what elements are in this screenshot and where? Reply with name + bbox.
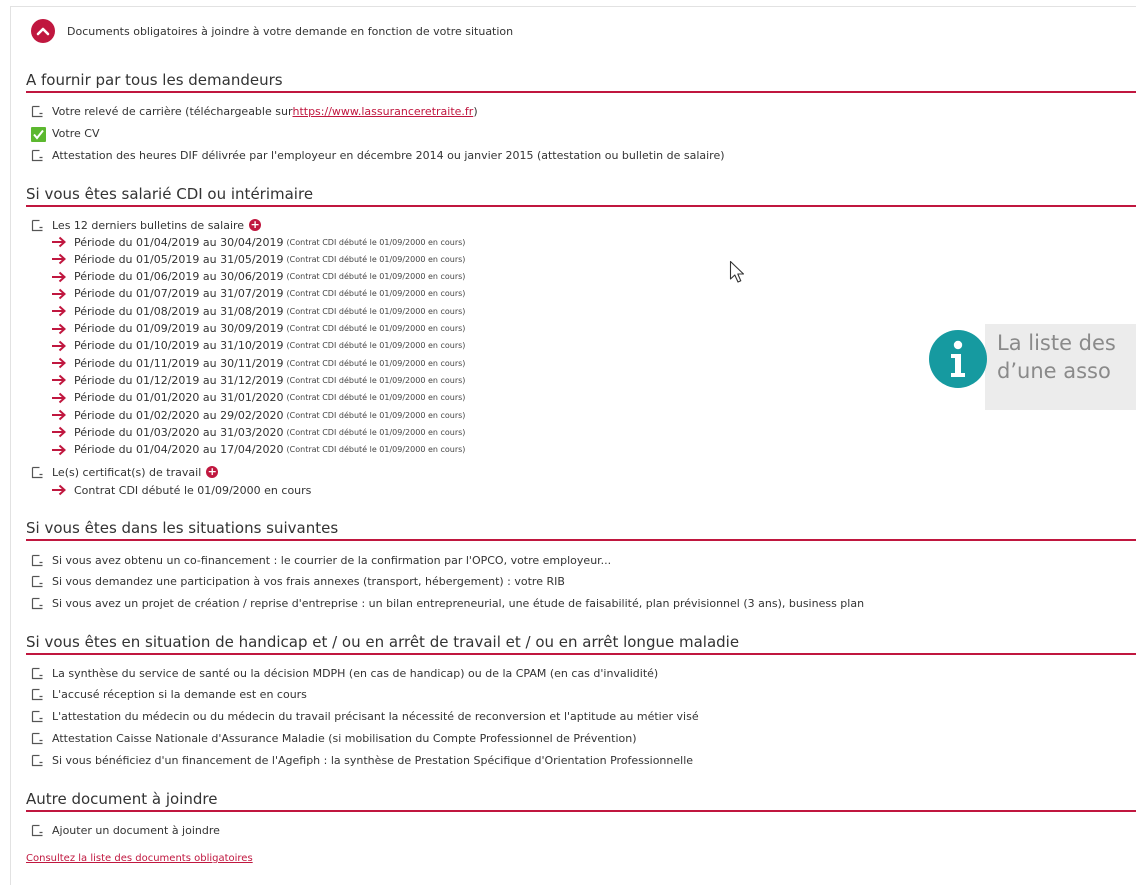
- checkbox-unchecked-icon[interactable]: [31, 554, 44, 567]
- arrow-right-icon: [52, 427, 66, 438]
- arrow-right-icon: [52, 236, 66, 248]
- period-note: (Contrat CDI débuté le 01/09/2000 en cou…: [286, 254, 466, 264]
- period-label: Période du 01/06/2019 au 30/06/2019: [74, 270, 284, 284]
- period-item: Période du 01/06/2019 au 30/06/2019 (Cont…: [51, 269, 465, 285]
- checkbox-unchecked-icon[interactable]: [31, 466, 44, 479]
- list-item: Les 12 derniers bulletins de salaire +: [31, 217, 262, 233]
- list-item: Votre relevé de carrière (téléchargeable…: [31, 103, 478, 119]
- period-item: Période du 01/09/2019 au 30/09/2019 (Cont…: [51, 321, 465, 337]
- period-item: Période du 01/03/2020 au 31/03/2020 (Cont…: [51, 424, 465, 440]
- documents-list-link[interactable]: Consultez la liste des documents obligat…: [26, 853, 253, 864]
- info-icon: [929, 330, 987, 388]
- period-item: Période du 01/04/2019 au 30/04/2019 (Cont…: [51, 234, 465, 250]
- list-item: La synthèse du service de santé ou la dé…: [31, 665, 658, 681]
- period-item: Période du 01/12/2019 au 31/12/2019 (Cont…: [51, 372, 465, 388]
- period-note: (Contrat CDI débuté le 01/09/2000 en cou…: [286, 306, 466, 316]
- info-tooltip: La liste des d’une asso: [929, 321, 1136, 411]
- period-label: Période du 01/12/2019 au 31/12/2019: [74, 373, 284, 387]
- checkbox-unchecked-icon[interactable]: [31, 732, 44, 745]
- section-title-salarie: Si vous êtes salarié CDI ou intérimaire: [26, 185, 1136, 207]
- checkbox-unchecked-icon[interactable]: [31, 105, 44, 118]
- period-note: (Contrat CDI débuté le 01/09/2000 en cou…: [286, 393, 466, 403]
- period-label: Période du 01/11/2019 au 30/11/2019: [74, 356, 284, 370]
- expand-plus-icon[interactable]: +: [249, 219, 262, 231]
- chevron-up-icon: [36, 27, 50, 36]
- period-note: (Contrat CDI débuté le 01/09/2000 en cou…: [286, 427, 466, 437]
- period-item: Période du 01/11/2019 au 30/11/2019 (Cont…: [51, 355, 465, 371]
- arrow-right-icon: [52, 409, 66, 421]
- period-note: (Contrat CDI débuté le 01/09/2000 en cou…: [286, 445, 466, 455]
- arrow-right-icon: [52, 340, 66, 352]
- arrow-right-icon: [52, 305, 66, 317]
- period-note: (Contrat CDI débuté le 01/09/2000 en cou…: [286, 289, 466, 299]
- period-note: (Contrat CDI débuté le 01/09/2000 en cou…: [286, 375, 466, 385]
- period-item: Période du 01/08/2019 au 31/08/2019 (Cont…: [51, 303, 465, 319]
- arrow-right-icon: [52, 375, 66, 386]
- header-title: Documents obligatoires à joindre à votre…: [67, 24, 514, 38]
- mouse-cursor-icon: [729, 260, 745, 283]
- arrow-right-icon: [52, 288, 66, 300]
- contract-item: Contrat CDI débuté le 01/09/2000 en cour…: [51, 482, 311, 498]
- period-label: Période du 01/02/2020 au 29/02/2020: [74, 408, 284, 422]
- period-note: (Contrat CDI débuté le 01/09/2000 en cou…: [286, 272, 466, 282]
- arrow-right-icon: [52, 254, 66, 265]
- list-item: Attestation Caisse Nationale d'Assurance…: [31, 730, 637, 746]
- checkbox-unchecked-icon[interactable]: [31, 149, 44, 162]
- collapse-button[interactable]: [31, 19, 55, 43]
- period-item: Période du 01/07/2019 au 31/07/2019 (Cont…: [51, 286, 465, 302]
- list-item: Attestation des heures DIF délivrée par …: [31, 147, 725, 163]
- list-item: Ajouter un document à joindre: [31, 822, 220, 838]
- period-note: (Contrat CDI débuté le 01/09/2000 en cou…: [286, 358, 466, 368]
- info-text: La liste des d’une asso: [997, 331, 1116, 383]
- period-note: (Contrat CDI débuté le 01/09/2000 en cou…: [286, 237, 466, 247]
- list-item: L'attestation du médecin ou du médecin d…: [31, 708, 699, 724]
- list-item: Votre CV: [31, 125, 99, 142]
- period-note: (Contrat CDI débuté le 01/09/2000 en cou…: [286, 410, 466, 420]
- arrow-right-icon: [52, 323, 66, 334]
- period-label: Période du 01/10/2019 au 31/10/2019: [74, 339, 284, 353]
- arrow-right-icon: [52, 357, 66, 369]
- checkbox-unchecked-icon[interactable]: [31, 597, 44, 610]
- checkbox-unchecked-icon[interactable]: [31, 824, 44, 837]
- arrow-right-icon: [52, 271, 66, 282]
- checkbox-unchecked-icon[interactable]: [31, 710, 44, 723]
- period-note: (Contrat CDI débuté le 01/09/2000 en cou…: [286, 324, 466, 333]
- period-item: Période du 01/10/2019 au 31/10/2019 (Cont…: [51, 338, 465, 354]
- list-item: L'accusé réception si la demande est en …: [31, 686, 307, 702]
- period-label: Période du 01/07/2019 au 31/07/2019: [74, 287, 284, 301]
- period-item: Période du 01/05/2019 au 31/05/2019 (Cont…: [51, 251, 465, 267]
- period-item: Période du 01/04/2020 au 17/04/2020 (Cont…: [51, 442, 465, 458]
- checkbox-unchecked-icon[interactable]: [31, 754, 44, 767]
- section-header: Documents obligatoires à joindre à votre…: [31, 19, 513, 43]
- period-label: Période du 01/08/2019 au 31/08/2019: [74, 304, 284, 318]
- period-note: (Contrat CDI débuté le 01/09/2000 en cou…: [286, 341, 466, 351]
- period-item: Période du 01/01/2020 au 31/01/2020 (Cont…: [51, 390, 465, 406]
- checkbox-checked-icon[interactable]: [31, 126, 46, 142]
- list-item: Si vous demandez une participation à vos…: [31, 573, 565, 589]
- list-item: Si vous bénéficiez d'un financement de l…: [31, 752, 693, 768]
- period-label: Période du 01/09/2019 au 30/09/2019: [74, 322, 284, 335]
- section-title-autre: Autre document à joindre: [26, 790, 1136, 812]
- assurance-retraite-link[interactable]: https://www.lassuranceretraite.fr: [292, 105, 473, 118]
- list-item: Le(s) certificat(s) de travail +: [31, 464, 219, 480]
- checkbox-unchecked-icon[interactable]: [31, 667, 44, 680]
- checkbox-unchecked-icon[interactable]: [31, 688, 44, 701]
- arrow-right-icon: [52, 484, 66, 496]
- period-label: Période du 01/04/2019 au 30/04/2019: [74, 235, 284, 249]
- period-label: Période du 01/03/2020 au 31/03/2020: [74, 425, 284, 439]
- section-title-all: A fournir par tous les demandeurs: [26, 71, 1136, 93]
- arrow-right-icon: [52, 392, 66, 403]
- checkbox-unchecked-icon[interactable]: [31, 219, 44, 232]
- list-item: Si vous avez obtenu un co-financement : …: [31, 552, 611, 568]
- period-label: Période du 01/05/2019 au 31/05/2019: [74, 252, 284, 266]
- period-label: Période du 01/04/2020 au 17/04/2020: [74, 443, 284, 457]
- list-item: Si vous avez un projet de création / rep…: [31, 595, 864, 611]
- expand-plus-icon[interactable]: +: [206, 466, 219, 478]
- period-item: Période du 01/02/2020 au 29/02/2020 (Cont…: [51, 407, 465, 423]
- checkbox-unchecked-icon[interactable]: [31, 575, 44, 588]
- arrow-right-icon: [52, 444, 66, 455]
- period-label: Période du 01/01/2020 au 31/01/2020: [74, 391, 284, 405]
- section-title-handicap: Si vous êtes en situation de handicap et…: [26, 633, 1136, 655]
- section-title-situations: Si vous êtes dans les situations suivant…: [26, 519, 1136, 541]
